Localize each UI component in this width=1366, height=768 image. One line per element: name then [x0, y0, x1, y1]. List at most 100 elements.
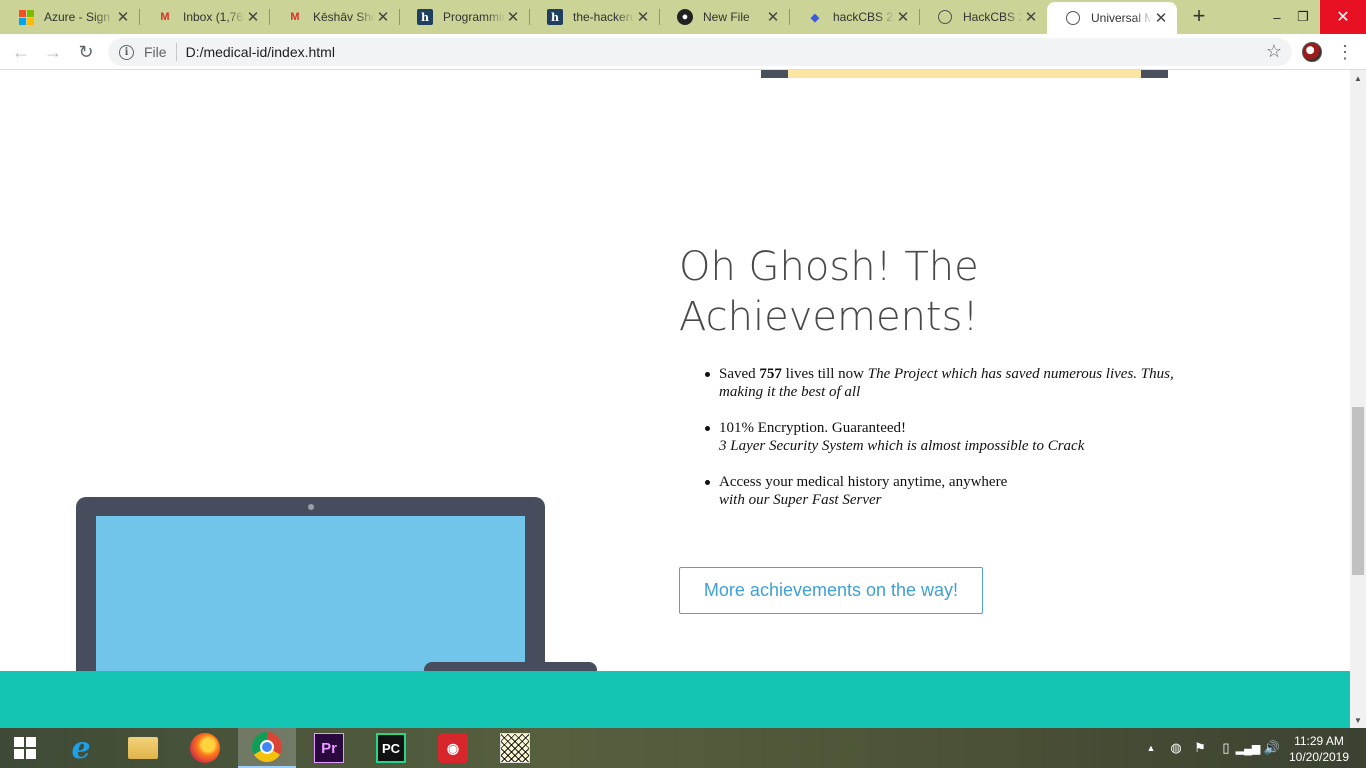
profile-avatar[interactable]: [1302, 42, 1322, 62]
tab-hackcbs-2[interactable]: HackCBS 2.0 ✕: [919, 0, 1047, 34]
taskbar-premiere[interactable]: Pr: [300, 728, 358, 768]
close-window-button[interactable]: ✕: [1320, 0, 1366, 34]
back-button[interactable]: ←: [9, 40, 33, 64]
list-item: Access your medical history anytime, any…: [705, 473, 1189, 509]
tab-title: hackCBS 2.0: [833, 10, 895, 24]
clock-time: 11:29 AM: [1294, 734, 1344, 748]
github-icon: ●: [677, 9, 693, 25]
microsoft-icon: [18, 9, 34, 25]
hackerrank-icon: h: [547, 9, 563, 25]
tab-title: the-hackeru: [573, 10, 635, 24]
premiere-pro-icon: Pr: [314, 733, 344, 763]
chrome-icon: [252, 732, 282, 762]
close-icon[interactable]: ✕: [895, 8, 911, 26]
list-item: Saved 757 lives till now The Project whi…: [705, 365, 1189, 401]
scheme-label: File: [144, 44, 167, 60]
system-clock[interactable]: 11:29 AM 10/20/2019: [1282, 733, 1356, 765]
taskbar-pattern-app[interactable]: [486, 728, 544, 768]
windows-taskbar: e Pr PC ◉ ▲ ◍ ⚑ ▯ ▂▄▆ 🔊 11:29 AM 10/20/2…: [0, 728, 1366, 768]
tab-title: HackCBS 2.0: [963, 10, 1023, 24]
windows-start-icon: [14, 737, 36, 759]
reload-button[interactable]: ↻: [74, 40, 98, 64]
network-globe-icon[interactable]: ◍: [1166, 728, 1186, 768]
tab-title: Universal M: [1091, 11, 1153, 25]
wifi-signal-icon[interactable]: ▂▄▆: [1236, 728, 1261, 768]
gmail-icon: M: [290, 11, 300, 23]
close-icon[interactable]: ✕: [245, 8, 261, 26]
tab-programming[interactable]: h Programmin ✕: [399, 0, 529, 34]
page-viewport: Oh Ghosh! The Achievements! Saved 757 li…: [0, 70, 1350, 728]
tab-title: Kēshāv Shēe: [313, 10, 375, 24]
tab-new-file[interactable]: ● New File ✕: [659, 0, 789, 34]
close-icon[interactable]: ✕: [1023, 8, 1039, 26]
taskbar-chrome[interactable]: [238, 728, 296, 768]
pattern-app-icon: [500, 733, 530, 763]
lives-count: 757: [759, 366, 782, 382]
tab-title: Programmin: [443, 10, 505, 24]
internet-explorer-icon: e: [71, 730, 91, 766]
address-bar[interactable]: i File D:/medical-id/index.html ☆: [108, 38, 1292, 66]
flag-notification-icon[interactable]: ⚑: [1190, 728, 1210, 768]
info-icon[interactable]: i: [119, 44, 134, 60]
more-achievements-button[interactable]: More achievements on the way!: [679, 567, 983, 614]
achievement-text: lives till now: [781, 366, 868, 382]
achievement-detail: with our Super Fast Server: [719, 492, 882, 508]
clock-date: 10/20/2019: [1288, 750, 1350, 764]
phone-screen-illustration: [788, 70, 1141, 78]
hackcbs-icon: ◆: [810, 11, 820, 24]
bookmark-star-icon[interactable]: ☆: [1266, 41, 1282, 62]
close-icon[interactable]: ✕: [115, 8, 131, 26]
tab-strip: Azure - Sign ✕ M Inbox (1,768 ✕ M Kēshāv…: [0, 0, 1366, 34]
tab-inbox[interactable]: M Inbox (1,768 ✕: [139, 0, 269, 34]
tab-hackcbs[interactable]: ◆ hackCBS 2.0 ✕: [789, 0, 919, 34]
close-icon[interactable]: ✕: [1153, 9, 1169, 27]
tab-title: Azure - Sign: [44, 10, 111, 24]
omnibox-divider: [175, 43, 177, 61]
globe-icon: [937, 9, 953, 25]
gmail-icon: M: [160, 11, 170, 23]
start-button[interactable]: [0, 728, 50, 768]
tab-title: Inbox (1,768: [183, 10, 245, 24]
achievements-list: Saved 757 lives till now The Project whi…: [705, 365, 1189, 527]
list-item: 101% Encryption. Guaranteed! 3 Layer Sec…: [705, 419, 1189, 455]
taskbar-pycharm[interactable]: PC: [362, 728, 420, 768]
close-icon[interactable]: ✕: [505, 8, 521, 26]
scroll-up-icon[interactable]: ▲: [1350, 70, 1366, 86]
tab-universal-medical[interactable]: Universal M ✕: [1047, 2, 1177, 34]
scroll-down-icon[interactable]: ▼: [1350, 712, 1366, 728]
achievement-detail: 3 Layer Security System which is almost …: [719, 438, 1085, 454]
globe-icon: [1065, 10, 1081, 26]
new-tab-button[interactable]: +: [1188, 5, 1210, 28]
achievement-text: Saved: [719, 366, 760, 382]
volume-icon[interactable]: 🔊: [1262, 728, 1282, 768]
forward-button[interactable]: →: [41, 40, 65, 64]
achievement-text: 101% Encryption. Guaranteed!: [719, 420, 907, 436]
pycharm-icon: PC: [376, 733, 406, 763]
browser-toolbar: ← → ↻ i File D:/medical-id/index.html ☆: [0, 34, 1366, 70]
hackerrank-icon: h: [417, 9, 433, 25]
url-text[interactable]: D:/medical-id/index.html: [186, 44, 335, 60]
camera-app-icon: ◉: [438, 733, 468, 763]
file-explorer-icon: [128, 737, 158, 759]
tab-title: New File: [703, 10, 750, 24]
battery-icon[interactable]: ▯: [1216, 728, 1236, 768]
show-hidden-icons-icon[interactable]: ▲: [1144, 728, 1158, 768]
close-icon[interactable]: ✕: [375, 8, 391, 26]
close-icon[interactable]: ✕: [635, 8, 651, 26]
achievement-text: Access your medical history anytime, any…: [719, 474, 1008, 490]
tab-hackeru[interactable]: h the-hackeru ✕: [529, 0, 659, 34]
taskbar-firefox[interactable]: [176, 728, 234, 768]
scroll-thumb[interactable]: [1352, 407, 1364, 575]
laptop-camera: [308, 504, 314, 510]
close-icon[interactable]: ✕: [765, 8, 781, 26]
page-scrollbar[interactable]: ▲ ▼: [1350, 70, 1366, 728]
teal-footer-band: [0, 671, 1350, 728]
browser-menu-icon[interactable]: ⋮: [1336, 41, 1354, 63]
firefox-icon: [190, 733, 220, 763]
taskbar-file-explorer[interactable]: [114, 728, 172, 768]
taskbar-camera[interactable]: ◉: [424, 728, 482, 768]
taskbar-ie[interactable]: e: [52, 728, 110, 768]
tab-azure[interactable]: Azure - Sign ✕: [0, 0, 139, 34]
tab-keshav[interactable]: M Kēshāv Shēe ✕: [269, 0, 399, 34]
section-title: Oh Ghosh! The Achievements!: [679, 244, 979, 340]
